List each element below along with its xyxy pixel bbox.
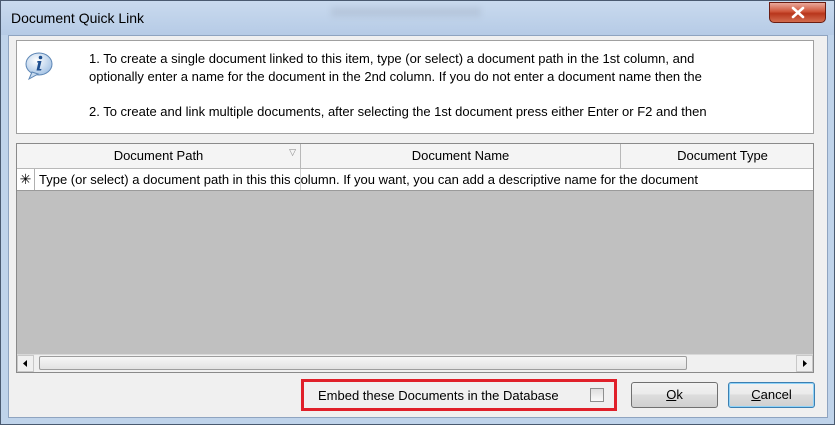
column-header-label: Document Path (113, 148, 204, 163)
ok-hotkey: O (666, 387, 677, 402)
close-button[interactable] (769, 2, 826, 23)
dialog-body: 1. To create a single document linked to… (8, 35, 828, 418)
close-icon (791, 6, 805, 19)
cancel-button[interactable]: Cancel (728, 382, 815, 408)
cancel-hotkey: C (751, 387, 761, 402)
column-header-document-path[interactable]: Document Path ▽ (17, 144, 301, 169)
embed-documents-label: Embed these Documents in the Database (318, 388, 559, 403)
scroll-thumb[interactable] (39, 356, 687, 370)
ok-button[interactable]: Ok (631, 382, 718, 408)
instruction-line-3: 2. To create and link multiple documents… (89, 104, 707, 119)
instruction-line-1: 1. To create a single document linked to… (89, 51, 695, 66)
embed-documents-checkbox[interactable] (590, 388, 604, 402)
new-row[interactable]: ✳ Type (or select) a document path in th… (17, 169, 813, 191)
documents-grid[interactable]: Document Path ▽ Document Name Document T… (16, 143, 814, 373)
horizontal-scrollbar[interactable] (17, 354, 813, 372)
embed-highlight-box: Embed these Documents in the Database (301, 379, 617, 411)
scroll-left-button[interactable] (17, 355, 34, 372)
column-header-document-type[interactable]: Document Type (621, 144, 813, 169)
column-header-document-name[interactable]: Document Name (301, 144, 621, 169)
new-row-hint: Type (or select) a document path in this… (39, 172, 699, 187)
column-divider (300, 169, 301, 190)
scroll-right-icon (803, 360, 807, 367)
scroll-right-button[interactable] (796, 355, 813, 372)
cancel-label: ancel (760, 387, 792, 402)
title-bar[interactable]: Document Quick Link (1, 1, 834, 35)
scroll-left-icon (23, 360, 27, 367)
instruction-line-2: optionally enter a name for the document… (89, 69, 702, 84)
info-icon (25, 52, 53, 81)
new-row-indicator-icon: ✳ (17, 169, 35, 190)
background-blur (331, 7, 481, 17)
column-header-label: Document Type (677, 148, 768, 163)
window-title: Document Quick Link (11, 10, 145, 26)
ok-label: k (676, 387, 683, 402)
sort-icon: ▽ (289, 147, 296, 157)
dialog-window: Document Quick Link 1. To create a singl… (0, 0, 835, 425)
column-header-label: Document Name (411, 148, 510, 163)
instructions-panel: 1. To create a single document linked to… (16, 40, 814, 134)
